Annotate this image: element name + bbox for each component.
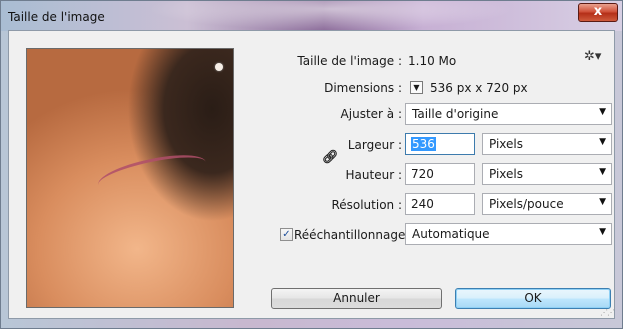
resample-checkbox[interactable]: ✓ (280, 228, 293, 241)
chevron-down-icon: ▼ (599, 167, 606, 177)
close-icon: x (593, 4, 603, 19)
height-value: 720 (411, 167, 434, 181)
width-unit-value: Pixels (489, 137, 524, 151)
image-preview[interactable] (26, 48, 234, 308)
height-input[interactable]: 720 (405, 163, 475, 185)
ok-button[interactable]: OK (455, 288, 611, 309)
dimensions-label: Dimensions : (324, 81, 402, 95)
width-unit-select[interactable]: Pixels ▼ (482, 133, 612, 155)
dimensions-value: 536 px x 720 px (430, 81, 528, 95)
fit-select[interactable]: Taille d'origine ▼ (405, 103, 612, 125)
title-bar[interactable]: Taille de l'image x (1, 1, 622, 31)
close-button[interactable]: x (578, 3, 618, 22)
image-size-label: Taille de l'image : (297, 54, 402, 68)
width-label: Largeur : (347, 138, 402, 152)
cancel-button[interactable]: Annuler (271, 288, 442, 309)
height-unit-value: Pixels (489, 167, 524, 181)
resample-select[interactable]: Automatique ▼ (405, 223, 612, 245)
resample-label[interactable]: Rééchantillonnage : (294, 228, 413, 242)
resolution-value: 240 (411, 197, 434, 211)
image-size-value: 1.10 Mo (408, 54, 457, 68)
width-value: 536 (411, 137, 436, 151)
cancel-button-label: Annuler (333, 291, 380, 305)
resolution-unit-select[interactable]: Pixels/pouce ▼ (482, 193, 612, 215)
dimensions-dropdown-icon[interactable]: ▼ (410, 81, 423, 94)
width-input[interactable]: 536 (405, 133, 475, 155)
resolution-label: Résolution : (331, 198, 402, 212)
chevron-down-icon: ▼ (599, 107, 606, 117)
ok-button-label: OK (524, 291, 542, 305)
fit-select-value: Taille d'origine (412, 107, 499, 121)
window-title: Taille de l'image (8, 10, 105, 24)
chevron-down-icon: ▼ (599, 137, 606, 147)
height-unit-select[interactable]: Pixels ▼ (482, 163, 612, 185)
resample-select-value: Automatique (412, 227, 490, 241)
height-label: Hauteur : (345, 168, 402, 182)
chevron-down-icon: ▼ (599, 227, 606, 237)
preview-detail (95, 147, 209, 200)
chevron-down-icon: ▼ (599, 197, 606, 207)
link-icon[interactable]: 🔗︎ (322, 150, 339, 165)
fit-label: Ajuster à : (340, 107, 402, 121)
gear-icon[interactable]: ✲▾ (584, 49, 601, 64)
resize-grip-icon[interactable]: ⋰⋰ (600, 308, 615, 317)
preview-detail (215, 63, 223, 71)
resolution-input[interactable]: 240 (405, 193, 475, 215)
resolution-unit-value: Pixels/pouce (489, 197, 564, 211)
